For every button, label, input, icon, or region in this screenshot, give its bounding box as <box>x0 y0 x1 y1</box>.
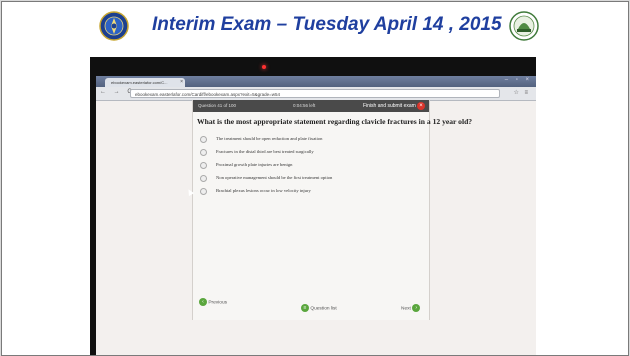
close-icon[interactable]: × <box>417 102 425 110</box>
option-label: Proximal growth plate injuries are benig… <box>216 162 293 167</box>
radio-button[interactable] <box>200 162 207 169</box>
slide: Interim Exam – Tuesday April 14 , 2015 e… <box>1 1 629 356</box>
option-label: Fractures in the distal third are best t… <box>216 149 314 154</box>
answer-option[interactable]: Brachial plexus lesions occur in low vel… <box>197 187 397 197</box>
next-button[interactable]: Next › <box>401 304 421 312</box>
previous-label: Previous <box>208 300 228 306</box>
tab-close-icon[interactable]: × <box>180 78 183 87</box>
exam-timer: 0:04:56 left <box>293 103 316 108</box>
arrow-left-icon: ‹ <box>199 298 207 306</box>
slide-header: Interim Exam – Tuesday April 14 , 2015 <box>2 2 628 48</box>
browser-tabbar: ebookexam.easterlafor.com/C... × – ▫ × <box>96 76 536 87</box>
answer-option[interactable]: Proximal growth plate injuries are benig… <box>197 161 397 171</box>
exam-bottom-nav: ‹ Previous ≡ Question list Next › <box>193 296 429 316</box>
answer-option[interactable]: The treatment should be open reduction a… <box>197 135 397 145</box>
option-label: Non operative management should be the f… <box>216 175 333 180</box>
window-controls[interactable]: – ▫ × <box>505 77 532 83</box>
radio-button[interactable] <box>200 136 207 143</box>
monitor-photo: ebookexam.easterlafor.com/C... × – ▫ × ←… <box>90 57 536 355</box>
monitor-screen: ebookexam.easterlafor.com/C... × – ▫ × ←… <box>96 76 536 355</box>
university-seal-icon <box>99 11 129 41</box>
browser-addressbar: ← → C ebookexam.easterlafor.com/Cardiff/… <box>96 87 536 101</box>
exam-panel: Question 41 of 100 0:04:56 left Finish a… <box>192 100 473 320</box>
option-label: Brachial plexus lesions occur in low vel… <box>216 188 311 193</box>
answer-option[interactable]: Fractures in the distal third are best t… <box>197 148 397 158</box>
option-label: The treatment should be open reduction a… <box>216 136 323 141</box>
radio-button[interactable] <box>200 175 207 182</box>
arrow-right-icon: › <box>412 304 421 312</box>
slide-title: Interim Exam – Tuesday April 14 , 2015 <box>152 14 502 35</box>
radio-button[interactable] <box>200 149 207 156</box>
question-list-button[interactable]: ≡ Question list <box>301 304 337 312</box>
next-label: Next <box>401 306 411 312</box>
url-input[interactable]: ebookexam.easterlafor.com/Cardiff/ebooke… <box>130 89 500 98</box>
question-list-label: Question list <box>310 306 337 312</box>
browser-tab[interactable]: ebookexam.easterlafor.com/C... × <box>105 78 185 87</box>
radio-button[interactable] <box>200 188 207 195</box>
bookmark-menu-icons[interactable]: ☆ ≡ <box>513 89 530 96</box>
previous-button[interactable]: ‹ Previous <box>199 298 227 306</box>
faculty-emblem-icon <box>509 11 539 41</box>
finish-exam-label[interactable]: Finish and submit exam <box>363 100 416 112</box>
question-text: What is the most appropriate statement r… <box>197 117 473 126</box>
webcam-light <box>262 65 266 69</box>
tab-title: ebookexam.easterlafor.com/C... <box>111 80 168 85</box>
question-counter: Question 41 of 100 <box>198 103 237 108</box>
answer-option[interactable]: Non operative management should be the f… <box>197 174 397 184</box>
exam-header-bar: Question 41 of 100 0:04:56 left Finish a… <box>193 100 429 112</box>
list-icon: ≡ <box>301 304 309 312</box>
